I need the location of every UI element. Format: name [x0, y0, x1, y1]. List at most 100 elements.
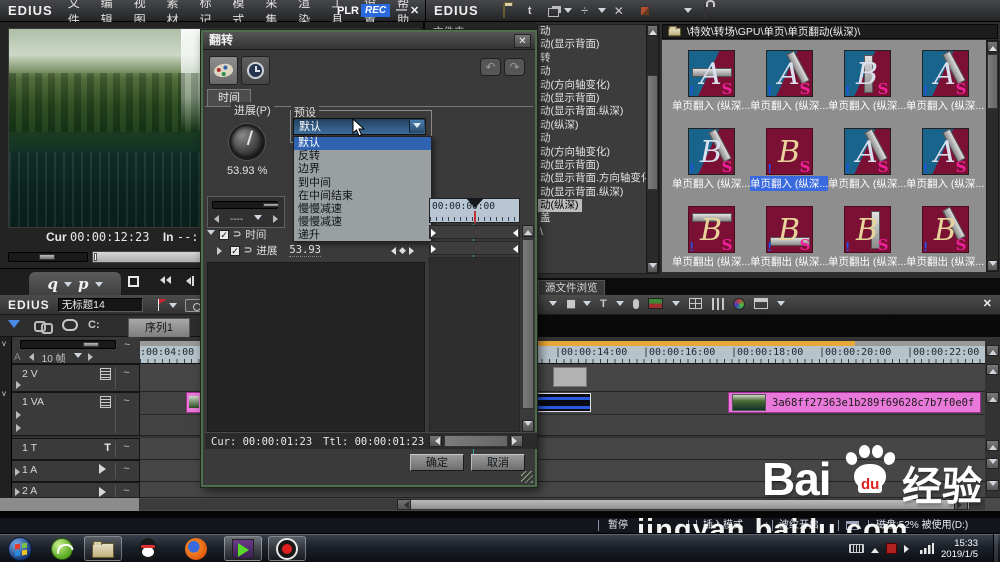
effect-item[interactable]: 转 — [538, 52, 659, 65]
effect-item[interactable]: 动(纵深) — [538, 119, 659, 132]
transition-thumb[interactable]: A 单页翻入 (纵深... — [906, 128, 984, 191]
transition-thumb[interactable]: A 单页翻入 (纵深... — [750, 50, 828, 113]
preset-option-selected[interactable]: 默认 — [294, 137, 431, 151]
scroll-up-icon[interactable] — [986, 364, 999, 375]
mark-out-icon[interactable]: p — [78, 275, 89, 293]
effect-item[interactable]: 动(方向轴变化) — [538, 146, 659, 159]
chevron-down-icon[interactable] — [548, 301, 557, 310]
progress-knob[interactable] — [229, 124, 265, 160]
track-header-1t[interactable]: 1 T T ~ — [12, 438, 140, 460]
scale-next-icon[interactable] — [87, 353, 97, 361]
track-toggle-icon[interactable]: v — [2, 389, 6, 398]
duration-prev-icon[interactable] — [210, 215, 219, 223]
tree-collapse-icon[interactable] — [207, 230, 215, 239]
transition-thumb[interactable]: B 单页翻出 (纵深... — [672, 206, 750, 269]
bin-path-bar[interactable]: \特效\转场\GPU\单页\单页翻动(纵深)\ — [662, 24, 998, 39]
taskbar-clock[interactable]: 15:33 2019/1/5 — [941, 538, 986, 560]
view-mode-icon[interactable] — [663, 4, 679, 18]
move-up-icon[interactable]: t — [522, 4, 538, 18]
delete-icon[interactable]: ✕ — [611, 4, 627, 18]
tray-expand-icon[interactable] — [871, 544, 880, 553]
effect-item-selected[interactable]: 动(纵深) — [538, 199, 582, 213]
effect-item[interactable]: 盖 — [538, 212, 659, 225]
tree-progress-value[interactable]: 53.93 — [289, 244, 321, 257]
tree-row-time[interactable]: 时间 — [207, 228, 266, 241]
firefox-icon[interactable] — [180, 536, 212, 561]
kf-hscroll-right-icon[interactable] — [510, 435, 523, 447]
keyframe-ruler[interactable]: 00:00:00:00 — [429, 198, 520, 223]
kf-hscroll-left-icon[interactable] — [429, 435, 442, 447]
color-page-button[interactable] — [209, 56, 238, 85]
browser-360-icon[interactable] — [46, 536, 78, 561]
sync-point-icon[interactable] — [8, 320, 20, 337]
effect-item[interactable]: 动(显示背面.方向轴变化) — [538, 172, 659, 185]
tree-row-progress[interactable]: 进展 53.93 ◆ — [217, 244, 418, 257]
hscroll-thumb[interactable] — [397, 499, 970, 510]
keyframe-graph-right[interactable] — [429, 257, 520, 432]
timeline-hscrollbar[interactable] — [0, 497, 1000, 512]
loop-toggle-icon[interactable] — [233, 229, 241, 240]
security-tray-icon[interactable] — [886, 543, 898, 554]
track-wave-button[interactable]: ~ — [115, 463, 137, 479]
hscroll-right-icon[interactable] — [954, 499, 968, 510]
view-mode-dropdown-icon[interactable] — [683, 8, 692, 17]
transition-thumb[interactable]: B 单页翻出 (纵深... — [828, 206, 906, 269]
scroll-up-icon[interactable] — [986, 345, 999, 356]
color-icon[interactable] — [637, 4, 653, 18]
cancel-button[interactable]: 取消 — [471, 454, 525, 471]
panel-layout-icon[interactable] — [753, 298, 768, 309]
network-icon[interactable] — [920, 543, 935, 554]
track-expand-icon[interactable] — [16, 411, 25, 419]
timeline-clip[interactable]: 3a68ff27363e1b289f69628c7b7f0e0f — [728, 392, 981, 413]
thumbnail-grid[interactable]: A 单页翻入 (纵深... A 单页翻入 (纵深... B 单页翻入 (纵深..… — [662, 40, 986, 272]
preset-option[interactable]: 在中间结束 — [294, 190, 431, 203]
preset-option[interactable]: 慢慢减速 — [294, 216, 431, 229]
effect-item[interactable]: 动(方向轴变化) — [538, 79, 659, 92]
effect-item[interactable]: 动(显示背面) — [538, 159, 659, 172]
timeline-zoom-slider[interactable] — [20, 340, 116, 349]
shuttle-handle[interactable] — [39, 254, 55, 260]
new-folder-icon[interactable] — [496, 3, 512, 18]
scroll-down-icon[interactable] — [986, 480, 999, 491]
combo-arrow-button[interactable] — [409, 120, 424, 133]
track-toggle-icon[interactable]: v — [2, 339, 6, 348]
sequence-tab[interactable]: 序列1 — [128, 318, 190, 337]
chevron-down-icon[interactable] — [615, 301, 624, 310]
volume-icon[interactable] — [904, 544, 914, 553]
hscroll-left-icon[interactable] — [397, 499, 411, 510]
show-desktop-button[interactable] — [993, 534, 998, 562]
effect-item[interactable]: \ — [538, 226, 659, 239]
explorer-icon[interactable] — [84, 536, 122, 561]
track-expand-icon[interactable] — [16, 424, 25, 432]
track-header-1va[interactable]: 1 VA ~ — [12, 392, 140, 436]
scroll-down-icon[interactable] — [986, 458, 999, 469]
transition-thumb[interactable]: B 单页翻入 (纵深... — [672, 128, 750, 191]
transition-thumb[interactable]: A 单页翻入 (纵深... — [828, 128, 906, 191]
track-header-1a[interactable]: 1 A ~ — [12, 460, 140, 482]
keyboard-tray-icon[interactable] — [849, 544, 865, 553]
prev-frame-icon[interactable] — [182, 276, 194, 286]
mark-in-icon[interactable]: q — [48, 275, 59, 293]
effect-item[interactable]: 动 — [538, 65, 659, 78]
kf-hscroll-thumb[interactable] — [444, 435, 508, 447]
lock-icon[interactable] — [697, 3, 713, 18]
marker-flag-icon[interactable] — [157, 299, 169, 311]
next-keyframe-icon[interactable] — [408, 246, 418, 255]
shuttle-slider[interactable] — [8, 252, 88, 262]
marker-dropdown-icon[interactable] — [168, 302, 177, 312]
track-wave-button[interactable]: ~ — [115, 441, 137, 457]
effect-list[interactable]: 动 动(显示背面) 转 动 动(方向轴变化) 动(显示背面) 动(显示背面.纵深… — [537, 24, 660, 274]
tree-expand-icon[interactable] — [217, 246, 226, 255]
mixer-icon[interactable] — [710, 297, 724, 310]
clip-ghost[interactable] — [553, 367, 587, 387]
close-button[interactable]: ✕ — [406, 4, 423, 17]
preset-option[interactable]: 反转 — [294, 150, 431, 163]
effect-item[interactable]: 动 — [538, 25, 659, 38]
loop-icon[interactable] — [62, 319, 78, 331]
recorder-icon[interactable] — [268, 536, 306, 561]
position-handle[interactable] — [94, 253, 97, 261]
transition-thumb[interactable]: B 单页翻出 (纵深... — [750, 206, 828, 269]
time-page-button[interactable] — [241, 56, 270, 85]
duplicate-dropdown-icon[interactable] — [563, 8, 572, 17]
clip-fragment[interactable] — [186, 392, 201, 413]
